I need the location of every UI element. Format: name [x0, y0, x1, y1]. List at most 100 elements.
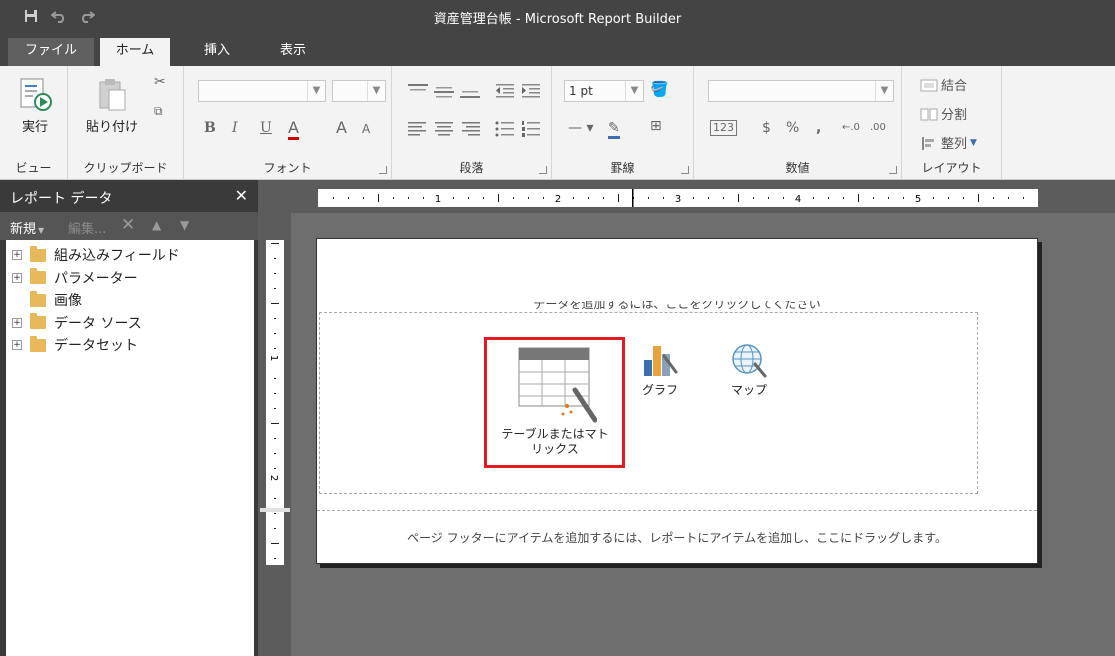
- merge-label: 結合: [941, 79, 968, 94]
- tree-item-parameters[interactable]: + パラメーター: [6, 267, 254, 290]
- expand-icon[interactable]: +: [12, 250, 22, 261]
- tab-view[interactable]: 表示: [264, 38, 322, 66]
- tree-item-datasets[interactable]: + データセット: [6, 334, 254, 357]
- merge-cells-button[interactable]: 結合: [920, 75, 967, 94]
- paste-button[interactable]: 貼り付け: [82, 76, 142, 135]
- font-group-label: フォント: [263, 161, 312, 175]
- paint-bucket-icon[interactable]: 🪣: [650, 80, 669, 98]
- borders-icon[interactable]: ⊞: [650, 118, 662, 134]
- underline-button[interactable]: U: [260, 120, 272, 136]
- ribbon: 実行 ビュー 貼り付け ✂ ⧉ クリップボード ▼ ▼ B I U A A A …: [0, 66, 1115, 180]
- border-group-label: 罫線: [610, 161, 635, 175]
- align-middle-icon[interactable]: [432, 82, 456, 100]
- report-data-panel: レポート データ ✕ 新規 ▼ 編集... ✕ ▲ ▼ + 組み込みフィールド + パ…: [0, 180, 258, 656]
- clipboard-group-label: クリップボード: [83, 161, 168, 175]
- font-name-combo[interactable]: ▼: [198, 80, 326, 102]
- arrange-button[interactable]: 整列 ▼: [920, 133, 977, 152]
- run-button[interactable]: 実行: [10, 76, 60, 135]
- split-label: 分割: [941, 108, 968, 123]
- map-wizard[interactable]: マップ: [724, 342, 774, 398]
- percent-button[interactable]: %: [786, 120, 799, 136]
- align-left-icon[interactable]: [406, 120, 430, 138]
- horizontal-ruler: 1 2 3 4 5: [318, 189, 1038, 207]
- folder-icon: [30, 313, 46, 330]
- map-wizard-icon: [732, 344, 767, 378]
- body-hint: データを追加するには、ここをクリックしてください: [317, 301, 1037, 311]
- folder-icon: [30, 268, 46, 285]
- currency-button[interactable]: $: [762, 120, 771, 136]
- chevron-down-icon: ▼: [625, 81, 643, 101]
- border-dialog-launcher-icon[interactable]: [681, 166, 689, 174]
- expand-icon[interactable]: +: [12, 272, 22, 283]
- edit-button[interactable]: 編集...: [68, 218, 106, 237]
- italic-button[interactable]: I: [232, 120, 238, 136]
- placeholder-styles-icon[interactable]: 123: [710, 120, 737, 136]
- chart-wizard[interactable]: グラフ: [636, 342, 684, 398]
- chart-wizard-label: グラフ: [641, 383, 678, 397]
- chevron-down-icon: ▼: [38, 226, 45, 235]
- ruler-number: 4: [795, 194, 801, 205]
- font-dialog-launcher-icon[interactable]: [379, 166, 387, 174]
- border-size-value: 1 pt: [569, 84, 593, 98]
- move-up-icon[interactable]: ▲: [152, 218, 161, 232]
- ruler-number: 2: [268, 475, 279, 481]
- expand-icon[interactable]: +: [12, 340, 22, 351]
- tab-insert[interactable]: 挿入: [190, 38, 244, 66]
- font-color-button[interactable]: A: [288, 118, 299, 140]
- grow-font-button[interactable]: A: [336, 118, 347, 137]
- number-dialog-launcher-icon[interactable]: [889, 166, 897, 174]
- new-button[interactable]: 新規 ▼: [10, 218, 44, 237]
- close-icon[interactable]: ✕: [235, 186, 248, 205]
- split-cells-button[interactable]: 分割: [920, 104, 967, 123]
- new-label: 新規: [10, 222, 37, 237]
- align-bottom-icon[interactable]: [458, 82, 482, 100]
- folder-icon: [30, 335, 46, 352]
- report-body[interactable]: [319, 312, 978, 494]
- ribbon-tabs: ファイル ホーム 挿入 表示: [0, 34, 1115, 66]
- align-top-icon[interactable]: [406, 82, 430, 100]
- bullet-list-icon[interactable]: [494, 120, 516, 138]
- increase-decimal-icon[interactable]: ←.0: [842, 122, 860, 133]
- body-hint-text: データを追加するには、ここをクリックしてください: [533, 301, 821, 311]
- border-style-button[interactable]: — ▾: [568, 120, 593, 136]
- border-group: 1 pt ▼ 🪣 — ▾ ✎ ⊞ 罫線: [552, 66, 694, 180]
- align-center-icon[interactable]: [432, 120, 456, 138]
- tab-file[interactable]: ファイル: [8, 38, 94, 66]
- view-group-label: ビュー: [15, 161, 52, 175]
- layout-group: 結合 分割 整列 ▼ レイアウト: [902, 66, 1002, 180]
- border-color-icon[interactable]: ✎: [608, 120, 620, 139]
- border-size-combo[interactable]: 1 pt ▼: [564, 80, 644, 102]
- numbered-list-icon[interactable]: [520, 120, 542, 138]
- move-down-icon[interactable]: ▼: [180, 218, 189, 232]
- footer-splitter[interactable]: [260, 508, 290, 512]
- tab-home[interactable]: ホーム: [100, 38, 170, 66]
- delete-icon[interactable]: ✕: [121, 215, 135, 235]
- ruler-number: 1: [435, 194, 441, 205]
- number-group-label: 数値: [785, 161, 810, 175]
- shrink-font-button[interactable]: A: [362, 122, 370, 136]
- number-format-combo[interactable]: ▼: [708, 80, 894, 102]
- align-right-icon[interactable]: [458, 120, 482, 138]
- increase-indent-icon[interactable]: [520, 82, 542, 100]
- comma-button[interactable]: ,: [816, 120, 821, 136]
- paragraph-dialog-launcher-icon[interactable]: [539, 166, 547, 174]
- tree-item-builtin-fields[interactable]: + 組み込みフィールド: [6, 244, 254, 267]
- bold-button[interactable]: B: [204, 120, 216, 136]
- footer-separator: [317, 510, 1037, 511]
- tree-item-data-sources[interactable]: + データ ソース: [6, 312, 254, 335]
- font-size-combo[interactable]: ▼: [332, 80, 386, 102]
- expand-icon[interactable]: +: [12, 317, 22, 328]
- arrange-icon: [922, 136, 934, 150]
- decrease-decimal-icon[interactable]: .00: [870, 122, 886, 133]
- report-data-tree: + 組み込みフィールド + パラメーター 画像 + データ ソース + データセット: [6, 240, 254, 656]
- tree-item-images[interactable]: 画像: [6, 289, 254, 312]
- tree-item-label: 組み込みフィールド: [54, 248, 180, 265]
- title-bar: 資産管理台帳 - Microsoft Report Builder: [0, 0, 1115, 34]
- decrease-indent-icon[interactable]: [494, 82, 516, 100]
- copy-icon[interactable]: ⧉: [154, 104, 163, 119]
- cut-icon[interactable]: ✂: [154, 74, 166, 90]
- chevron-down-icon: ▼: [367, 81, 385, 101]
- tree-item-label: データセット: [54, 338, 138, 355]
- chevron-down-icon: ▼: [875, 81, 893, 101]
- tree-item-label: データ ソース: [54, 315, 142, 332]
